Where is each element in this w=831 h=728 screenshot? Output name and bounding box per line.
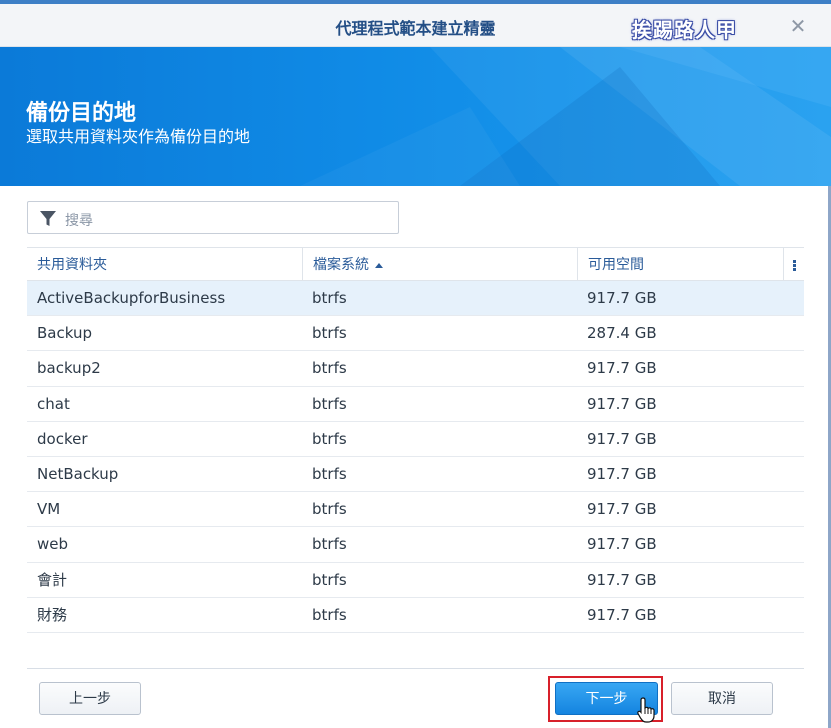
page-subheading: 選取共用資料夾作為備份目的地	[26, 127, 251, 146]
column-header-file-system[interactable]: 檔案系統	[302, 248, 577, 280]
back-button[interactable]: 上一步	[39, 682, 141, 715]
filter-icon	[40, 211, 56, 226]
column-header-available-space[interactable]: 可用空間	[577, 248, 783, 280]
hand-cursor-icon	[637, 697, 655, 723]
cell-file-system: btrfs	[312, 570, 347, 589]
cancel-button[interactable]: 取消	[671, 682, 773, 715]
table-row[interactable]: 財務 btrfs 917.7 GB	[27, 598, 804, 633]
table-row[interactable]: ActiveBackupforBusiness btrfs 917.7 GB	[27, 281, 804, 317]
table-row[interactable]: web btrfs 917.7 GB	[27, 527, 804, 563]
cell-folder-name: web	[37, 535, 69, 554]
cell-available-space: 917.7 GB	[587, 605, 657, 624]
watermark-text: 挨踢路人甲	[632, 18, 737, 42]
header-banner: 備份目的地 選取共用資料夾作為備份目的地	[0, 47, 831, 186]
cell-file-system: btrfs	[312, 394, 347, 413]
cell-file-system: btrfs	[312, 535, 347, 554]
cell-folder-name: VM	[37, 500, 61, 519]
footer-divider	[27, 668, 804, 669]
table-row[interactable]: docker btrfs 917.7 GB	[27, 422, 804, 457]
cell-available-space: 917.7 GB	[587, 359, 657, 378]
column-menu-icon[interactable]	[783, 248, 804, 280]
table-row[interactable]: Backup btrfs 287.4 GB	[27, 316, 804, 352]
cell-folder-name: chat	[37, 394, 70, 413]
table-row[interactable]: chat btrfs 917.7 GB	[27, 387, 804, 422]
search-placeholder: 搜尋	[65, 213, 93, 229]
cell-available-space: 917.7 GB	[587, 500, 657, 519]
sort-ascending-icon	[375, 262, 383, 268]
cell-available-space: 917.7 GB	[587, 535, 657, 554]
cell-available-space: 917.7 GB	[587, 289, 657, 307]
cell-available-space: 917.7 GB	[587, 570, 657, 589]
cell-file-system: btrfs	[312, 429, 347, 448]
table-row[interactable]: NetBackup btrfs 917.7 GB	[27, 457, 804, 493]
column-header-shared-folder[interactable]: 共用資料夾	[27, 248, 302, 280]
cell-folder-name: docker	[37, 429, 88, 448]
shared-folder-table: 共用資料夾 檔案系統 可用空間 ActiveBackupforBusiness …	[27, 247, 804, 633]
cell-file-system: btrfs	[312, 500, 347, 519]
table-row[interactable]: 會計 btrfs 917.7 GB	[27, 563, 804, 598]
cell-folder-name: ActiveBackupforBusiness	[37, 289, 226, 307]
table-row[interactable]: VM btrfs 917.7 GB	[27, 492, 804, 528]
column-header-label: 共用資料夾	[37, 257, 107, 273]
column-header-label: 檔案系統	[313, 257, 369, 273]
cell-file-system: btrfs	[312, 289, 347, 307]
cell-file-system: btrfs	[312, 464, 347, 483]
cell-file-system: btrfs	[312, 605, 347, 624]
cell-available-space: 917.7 GB	[587, 394, 657, 413]
close-icon[interactable]: ✕	[786, 14, 810, 38]
cell-available-space: 917.7 GB	[587, 429, 657, 448]
cell-available-space: 917.7 GB	[587, 464, 657, 483]
cell-folder-name: Backup	[37, 324, 92, 343]
cell-available-space: 287.4 GB	[587, 324, 657, 343]
cell-file-system: btrfs	[312, 359, 347, 378]
column-header-label: 可用空間	[588, 257, 644, 273]
search-input[interactable]: 搜尋	[27, 201, 399, 234]
table-row[interactable]: backup2 btrfs 917.7 GB	[27, 351, 804, 387]
cell-folder-name: backup2	[37, 359, 101, 378]
cell-folder-name: NetBackup	[37, 464, 119, 483]
cell-file-system: btrfs	[312, 324, 347, 343]
table-header: 共用資料夾 檔案系統 可用空間	[27, 247, 804, 281]
cell-folder-name: 會計	[37, 570, 68, 589]
title-bar: 代理程式範本建立精靈 挨踢路人甲 ✕	[0, 4, 831, 47]
cell-folder-name: 財務	[37, 605, 68, 624]
